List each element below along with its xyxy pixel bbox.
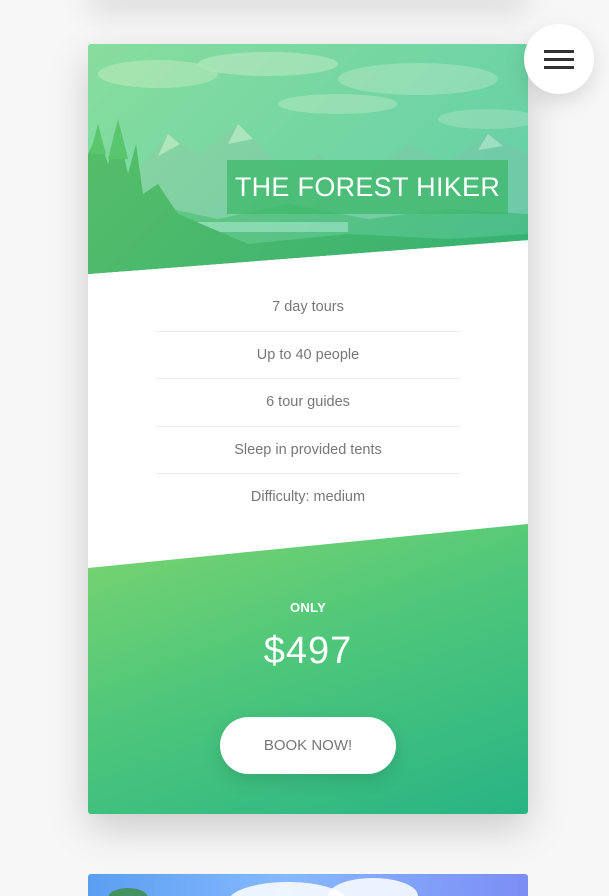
feature-item: 6 tour guides xyxy=(156,379,460,427)
hamburger-icon xyxy=(544,58,574,61)
hero-image: THE FOREST HIKER xyxy=(88,44,528,274)
price-value: $497 xyxy=(263,630,353,672)
feature-item: Up to 40 people xyxy=(156,332,460,379)
feature-item: 7 day tours xyxy=(156,284,460,332)
page: THE FOREST HIKER 7 day tours Up to 40 pe… xyxy=(0,0,609,896)
tour-card: THE FOREST HIKER 7 day tours Up to 40 pe… xyxy=(88,44,528,814)
menu-button[interactable] xyxy=(524,24,594,94)
tour-title: THE FOREST HIKER xyxy=(234,171,501,202)
hamburger-icon xyxy=(544,50,574,53)
hero-gradient-overlay xyxy=(88,44,528,274)
price-prefix: ONLY xyxy=(289,600,327,615)
hamburger-icon xyxy=(544,66,574,69)
title-box: THE FOREST HIKER xyxy=(227,160,508,214)
book-now-button[interactable]: BOOK NOW! xyxy=(220,717,396,774)
feature-item: Difficulty: medium xyxy=(250,489,366,505)
next-tour-card xyxy=(88,874,528,896)
feature-list: 7 day tours Up to 40 people 6 tour guide… xyxy=(156,284,460,521)
feature-item: Sleep in provided tents xyxy=(156,427,460,474)
